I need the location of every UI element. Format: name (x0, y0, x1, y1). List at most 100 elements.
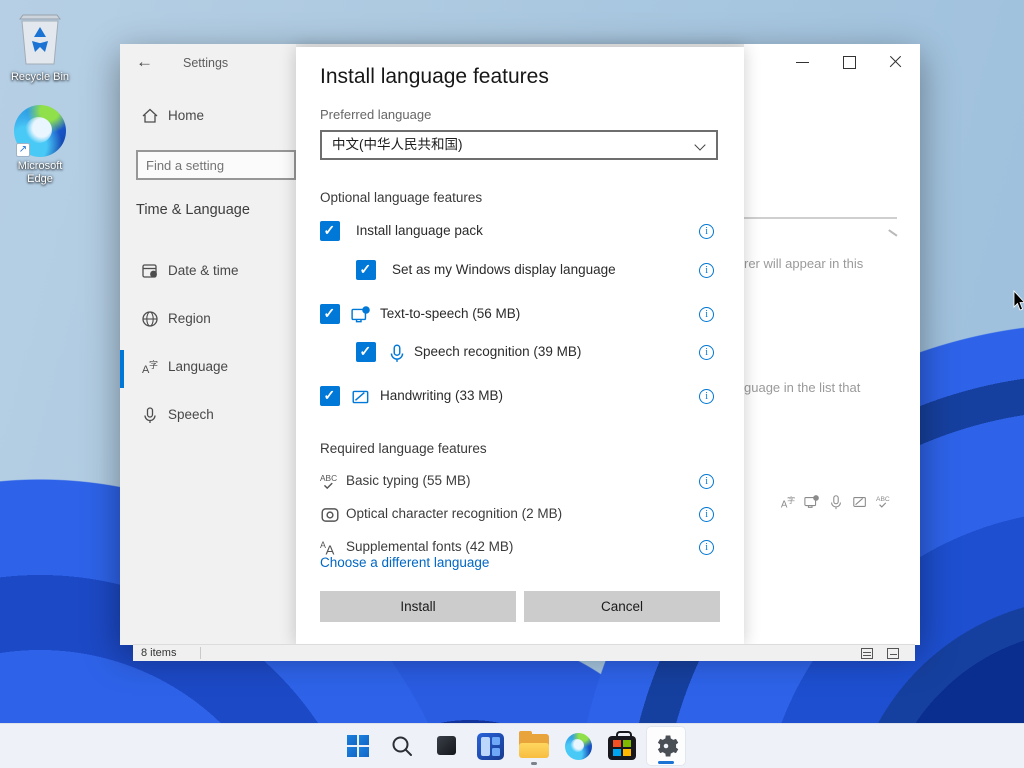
option-label: Text-to-speech (56 MB) (380, 306, 520, 321)
sidebar-item-speech[interactable]: Speech (120, 404, 296, 434)
thumbnail-view-icon[interactable] (887, 648, 899, 659)
start-button[interactable] (338, 726, 378, 766)
items-count: 8 items (141, 647, 176, 659)
checkbox-checked[interactable] (320, 386, 340, 406)
search-button[interactable] (382, 726, 422, 766)
checkbox-checked[interactable] (320, 304, 340, 324)
back-button[interactable]: ← (136, 52, 153, 72)
choose-different-language-link[interactable]: Choose a different language (320, 555, 489, 570)
preferred-language-dropdown[interactable]: 中文(中华人民共和国) (320, 130, 718, 160)
option-label: Install language pack (356, 223, 483, 238)
desktop-icon-label: Recycle Bin (2, 71, 78, 84)
edge-button[interactable] (558, 726, 598, 766)
sidebar-item-label: Date & time (168, 263, 239, 278)
edge-icon: ↗ (14, 105, 66, 157)
calendar-clock-icon (141, 262, 159, 280)
info-icon[interactable] (699, 224, 714, 239)
required-features-header: Required language features (320, 441, 487, 456)
handwriting-icon (852, 494, 868, 510)
svg-text:字: 字 (149, 359, 158, 370)
required-row-basic-typing: ABC Basic typing (55 MB) (296, 471, 744, 493)
task-view-button[interactable] (426, 726, 466, 766)
ocr-icon (320, 505, 340, 525)
info-icon[interactable] (699, 345, 714, 360)
list-view-icon[interactable] (861, 648, 873, 659)
text-to-speech-icon (804, 494, 820, 510)
checkbox-checked[interactable] (356, 342, 376, 362)
settings-window: ← Settings Home Time & Language Date & t… (120, 44, 920, 645)
widgets-icon (477, 733, 504, 760)
maximize-button[interactable] (837, 52, 865, 72)
install-language-features-dialog: Install language features Preferred lang… (296, 47, 744, 645)
shortcut-arrow-icon: ↗ (16, 143, 30, 157)
recycle-bin-icon (15, 10, 65, 68)
info-icon[interactable] (699, 263, 714, 278)
basic-typing-icon: ABC (320, 472, 340, 492)
running-indicator (531, 762, 537, 765)
sidebar-item-home[interactable]: Home (120, 105, 296, 135)
sidebar-item-label: Speech (168, 407, 214, 422)
cancel-button[interactable]: Cancel (524, 591, 720, 622)
required-label: Supplemental fonts (42 MB) (346, 539, 513, 554)
option-label: Speech recognition (39 MB) (414, 344, 581, 359)
text-to-speech-icon (351, 305, 371, 325)
microphone-icon (387, 343, 407, 363)
sidebar-item-language[interactable]: A 字 Language (120, 356, 296, 386)
window-title: Settings (183, 56, 228, 70)
find-a-setting-search[interactable] (136, 150, 296, 180)
store-button[interactable] (602, 726, 642, 766)
required-label: Basic typing (55 MB) (346, 473, 471, 488)
microphone-icon (828, 494, 844, 510)
required-label: Optical character recognition (2 MB) (346, 506, 562, 521)
checkbox-checked[interactable] (320, 221, 340, 241)
info-icon[interactable] (699, 540, 714, 555)
info-icon[interactable] (699, 389, 714, 404)
file-explorer-status-bar: 8 items (133, 644, 915, 661)
desktop-icon-microsoft-edge[interactable]: ↗ Microsoft Edge (2, 105, 78, 186)
close-button[interactable] (883, 52, 911, 72)
handwriting-icon (351, 387, 371, 407)
info-icon[interactable] (699, 474, 714, 489)
svg-text:字: 字 (787, 495, 795, 505)
preferred-language-label: Preferred language (320, 107, 431, 122)
windows-start-icon (347, 735, 369, 757)
sidebar-item-label: Home (168, 108, 204, 123)
info-icon[interactable] (699, 507, 714, 522)
file-explorer-button[interactable] (514, 726, 554, 766)
language-page-behind: rer will appear in this guage in the lis… (744, 44, 920, 645)
settings-button[interactable] (646, 726, 686, 766)
file-explorer-icon (519, 734, 549, 758)
option-label: Handwriting (33 MB) (380, 388, 503, 403)
sidebar-item-date-time[interactable]: Date & time (120, 260, 296, 290)
option-row-display-language: Set as my Windows display language (296, 260, 744, 282)
language-translate-icon: A 字 (780, 494, 796, 510)
dialog-title: Install language features (320, 65, 549, 89)
combobox-edge (744, 217, 897, 219)
globe-icon (141, 310, 159, 328)
option-row-text-to-speech: Text-to-speech (56 MB) (296, 304, 744, 326)
chevron-down-icon (694, 139, 705, 150)
page-text-fragment: rer will appear in this (744, 256, 894, 271)
desktop-icon-recycle-bin[interactable]: Recycle Bin (2, 10, 78, 84)
install-button[interactable]: Install (320, 591, 516, 622)
sidebar-item-label: Language (168, 359, 228, 374)
info-icon[interactable] (699, 307, 714, 322)
widgets-button[interactable] (470, 726, 510, 766)
svg-text:ABC: ABC (320, 473, 337, 483)
selected-language-value: 中文(中华人民共和国) (332, 137, 463, 152)
minimize-button[interactable] (790, 52, 818, 72)
gear-icon (653, 733, 679, 759)
optional-features-header: Optional language features (320, 190, 482, 205)
svg-text:ABC: ABC (876, 496, 890, 503)
option-row-speech-recognition: Speech recognition (39 MB) (296, 342, 744, 364)
checkbox-checked[interactable] (356, 260, 376, 280)
status-bar-divider (200, 647, 201, 659)
mouse-cursor (1013, 291, 1024, 311)
desktop-icon-label: Microsoft Edge (10, 160, 70, 186)
option-row-install-language-pack: Install language pack (296, 221, 744, 243)
desktop: Recycle Bin ↗ Microsoft Edge ← Settings … (0, 0, 1024, 768)
search-input[interactable] (138, 152, 294, 178)
taskbar-center-icons (338, 726, 686, 766)
sidebar-section-title: Time & Language (136, 202, 250, 218)
sidebar-item-region[interactable]: Region (120, 308, 296, 338)
